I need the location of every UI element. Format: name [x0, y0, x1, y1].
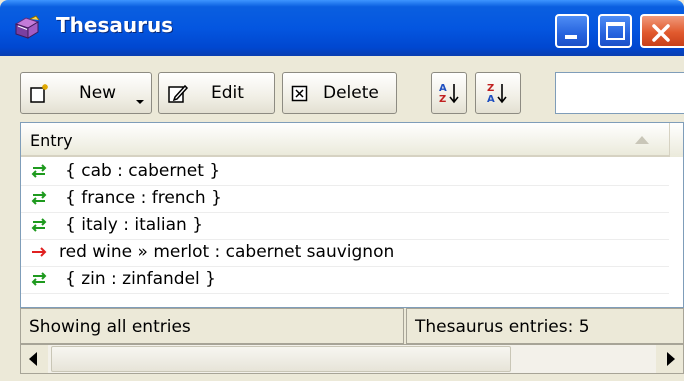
dropdown-arrow-icon[interactable]	[135, 99, 145, 105]
bidirectional-arrow-icon	[31, 272, 47, 286]
close-button[interactable]	[640, 14, 684, 48]
scrollbar-thumb[interactable]	[51, 346, 511, 372]
toolbar: New Edit Delete A Z Z A	[0, 56, 684, 122]
right-arrow-icon	[32, 247, 47, 257]
delete-icon	[291, 85, 308, 102]
maximize-icon	[606, 22, 625, 40]
entries-list[interactable]: Entry { cab : cabernet } { france : fren…	[20, 122, 684, 308]
svg-text:A: A	[439, 83, 447, 94]
entry-text: { cab : cabernet }	[65, 161, 221, 181]
sort-az-icon: A Z	[439, 83, 459, 105]
column-header-label: Entry	[30, 131, 73, 150]
sort-ascending-button[interactable]: A Z	[431, 72, 467, 114]
status-panel-left: Showing all entries	[20, 308, 404, 344]
edit-button-label: Edit	[211, 83, 244, 103]
list-item[interactable]: { italy : italian }	[21, 213, 669, 240]
entry-text: { italy : italian }	[65, 215, 204, 235]
entry-count: Thesaurus entries: 5	[415, 317, 590, 337]
scroll-left-icon	[29, 352, 37, 366]
title-bar[interactable]: Thesaurus	[0, 0, 684, 56]
status-message: Showing all entries	[29, 317, 191, 337]
window-title: Thesaurus	[56, 13, 174, 37]
sort-indicator-icon	[635, 136, 649, 144]
svg-text:Z: Z	[487, 83, 494, 94]
horizontal-scrollbar[interactable]	[20, 344, 684, 374]
new-document-icon	[30, 84, 48, 103]
entry-text: { france : french }	[65, 188, 222, 208]
entry-text: red wine » merlot : cabernet sauvignon	[59, 242, 395, 262]
edit-icon	[168, 84, 189, 103]
svg-text:Z: Z	[439, 94, 446, 105]
new-button-label: New	[79, 83, 117, 103]
list-item[interactable]: { zin : zinfandel }	[21, 267, 669, 294]
svg-text:A: A	[487, 94, 495, 105]
close-icon	[652, 24, 670, 42]
column-header-entry[interactable]: Entry	[21, 123, 669, 157]
search-input[interactable]	[555, 72, 684, 114]
delete-button-label: Delete	[323, 83, 379, 103]
entry-text: { zin : zinfandel }	[65, 269, 216, 289]
minimize-button[interactable]	[555, 14, 589, 48]
edit-button[interactable]: Edit	[158, 72, 275, 114]
thesaurus-book-icon	[14, 15, 40, 39]
new-button[interactable]: New	[20, 72, 152, 114]
list-item[interactable]: { france : french }	[21, 186, 669, 213]
minimize-icon	[565, 35, 577, 39]
scroll-right-button[interactable]	[656, 345, 683, 373]
status-bar: Showing all entries Thesaurus entries: 5	[20, 308, 684, 344]
maximize-button[interactable]	[598, 14, 632, 48]
bidirectional-arrow-icon	[31, 218, 47, 232]
delete-button[interactable]: Delete	[282, 72, 397, 114]
sort-descending-button[interactable]: Z A	[475, 72, 521, 114]
list-item[interactable]: red wine » merlot : cabernet sauvignon	[21, 240, 669, 267]
bidirectional-arrow-icon	[31, 191, 47, 205]
sort-za-icon: Z A	[487, 83, 507, 105]
status-panel-right: Thesaurus entries: 5	[406, 308, 684, 344]
scroll-left-button[interactable]	[21, 345, 48, 373]
scroll-right-icon	[667, 352, 675, 366]
bidirectional-arrow-icon	[31, 164, 47, 178]
column-header-filler	[669, 123, 683, 157]
list-item[interactable]: { cab : cabernet }	[21, 159, 669, 186]
thesaurus-window: Thesaurus New Edit Delete A Z Z A Entry …	[0, 0, 684, 381]
